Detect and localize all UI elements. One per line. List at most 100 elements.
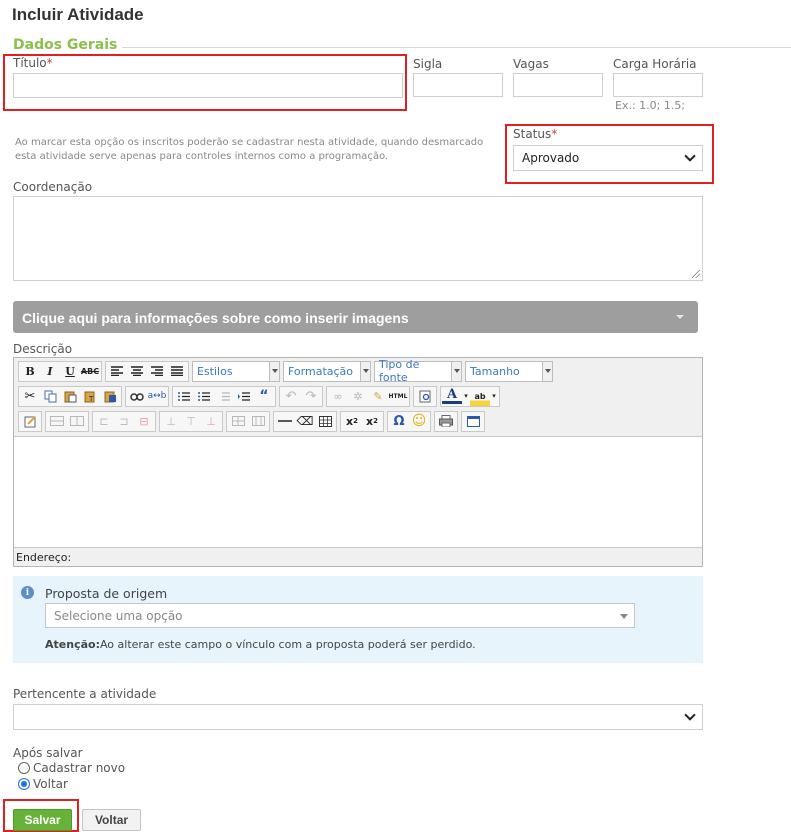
- table-props-group: [226, 410, 270, 432]
- unlink-icon[interactable]: ✲: [348, 387, 368, 406]
- link-icon[interactable]: ∞: [328, 387, 348, 406]
- align-center-icon[interactable]: [127, 362, 147, 381]
- toolbar-row-1: B I U ABC Estilos Formatação Tipo de fon…: [18, 358, 556, 384]
- delete-cells-icon[interactable]: ⊥: [201, 412, 221, 431]
- required-marker: *: [46, 56, 53, 70]
- strikethrough-icon[interactable]: ABC: [80, 362, 100, 381]
- horizontal-rule-icon[interactable]: [275, 412, 295, 431]
- merge-cells-icon[interactable]: ⊤: [181, 412, 201, 431]
- save-button[interactable]: Salvar: [13, 809, 72, 831]
- page-title: Incluir Atividade: [12, 5, 144, 24]
- insert-table-icon[interactable]: [315, 412, 335, 431]
- bulleted-list-icon[interactable]: [194, 387, 214, 406]
- images-info-banner[interactable]: Clique aqui para informações sobre como …: [13, 301, 698, 333]
- copy-icon[interactable]: [40, 387, 60, 406]
- find-group: a↔b: [125, 385, 169, 407]
- editor-content-area[interactable]: [14, 437, 702, 547]
- print-group: [434, 410, 458, 432]
- sigla-label: Sigla: [413, 57, 443, 71]
- radio-cadastrar-novo[interactable]: [18, 762, 30, 774]
- coordenacao-textarea[interactable]: [13, 196, 703, 281]
- italic-icon[interactable]: I: [40, 362, 60, 381]
- carga-horaria-input[interactable]: [613, 73, 703, 97]
- indent-icon[interactable]: [234, 387, 254, 406]
- outdent-icon[interactable]: [214, 387, 234, 406]
- link-group: ∞ ✲ ✎ HTML: [326, 385, 410, 407]
- tamanho-combo[interactable]: Tamanho: [465, 360, 553, 382]
- remove-format-icon[interactable]: ✎: [368, 387, 388, 406]
- paste-word-icon[interactable]: [100, 387, 120, 406]
- option-cadastrar-novo[interactable]: Cadastrar novo: [18, 761, 125, 775]
- pertencente-select[interactable]: [13, 704, 703, 730]
- blockquote-icon[interactable]: “: [254, 387, 274, 406]
- cell-props-icon[interactable]: [248, 412, 268, 431]
- delete-row-icon[interactable]: [67, 412, 87, 431]
- color-group: A ▾ ab ▾: [440, 385, 500, 407]
- rich-text-editor: B I U ABC Estilos Formatação Tipo de fon…: [13, 357, 703, 567]
- tipo-fonte-combo[interactable]: Tipo de fonte: [374, 358, 462, 384]
- chevron-down-icon: [684, 150, 696, 162]
- descricao-label: Descrição: [13, 342, 73, 356]
- vagas-input[interactable]: [513, 73, 603, 97]
- underline-icon[interactable]: U: [60, 362, 80, 381]
- superscript-icon[interactable]: x2: [362, 412, 382, 431]
- sigla-input[interactable]: [413, 73, 503, 97]
- option-voltar[interactable]: Voltar: [18, 777, 68, 791]
- editor-status-bar: Endereço:: [14, 547, 702, 566]
- text-color-dropdown-icon[interactable]: ▾: [462, 387, 470, 406]
- status-select[interactable]: Aprovado: [513, 145, 703, 171]
- special-char-icon[interactable]: Ω: [389, 412, 409, 431]
- undo-icon[interactable]: ↶: [281, 387, 301, 406]
- insert-column-after-icon[interactable]: ⊐: [114, 412, 134, 431]
- table-cell-group: ⊥ ⊤ ⊥: [159, 410, 223, 432]
- titulo-input[interactable]: [13, 73, 403, 98]
- paste-text-icon[interactable]: T: [80, 387, 100, 406]
- cut-icon[interactable]: ✂: [20, 387, 40, 406]
- tamanho-label: Tamanho: [470, 364, 520, 378]
- replace-icon[interactable]: a↔b: [147, 387, 167, 406]
- radio-voltar[interactable]: [18, 778, 30, 790]
- insert-column-before-icon[interactable]: ⊏: [94, 412, 114, 431]
- highlight-color-icon[interactable]: ab: [470, 386, 490, 406]
- clipboard-group: ✂ T: [18, 385, 122, 407]
- align-justify-icon[interactable]: [167, 362, 187, 381]
- smiley-icon[interactable]: ☺: [409, 412, 429, 431]
- print-icon[interactable]: [436, 412, 456, 431]
- warning-text: Ao alterar este campo o vínculo com a pr…: [99, 638, 476, 651]
- eraser-icon[interactable]: ⌫: [295, 412, 315, 431]
- back-button[interactable]: Voltar: [82, 809, 141, 831]
- inscricao-note: Ao marcar esta opção os inscritos poderã…: [15, 137, 484, 162]
- toolbar-row-3: ⊏ ⊐ ⊟ ⊥ ⊤ ⊥ ⌫ x2 x2 Ω ☺: [18, 410, 488, 432]
- bold-icon[interactable]: B: [20, 362, 40, 381]
- maximize-icon[interactable]: [463, 412, 483, 431]
- align-right-icon[interactable]: [147, 362, 167, 381]
- find-icon[interactable]: [127, 387, 147, 406]
- proposta-label: Proposta de origem: [45, 586, 168, 601]
- insert-cell-icon[interactable]: ⊥: [161, 412, 181, 431]
- caret-down-icon: [620, 614, 628, 619]
- numbered-list-icon[interactable]: [174, 387, 194, 406]
- edit-form-icon[interactable]: [20, 412, 40, 431]
- estilos-combo[interactable]: Estilos: [192, 360, 280, 382]
- text-color-icon[interactable]: A: [442, 387, 462, 404]
- paste-icon[interactable]: [60, 387, 80, 406]
- delete-column-icon[interactable]: ⊟: [134, 412, 154, 431]
- html-source-icon[interactable]: HTML: [388, 387, 408, 406]
- resize-handle-icon[interactable]: [692, 270, 700, 278]
- table-props-icon[interactable]: [228, 412, 248, 431]
- proposta-placeholder: Selecione uma opção: [54, 609, 183, 623]
- subscript-icon[interactable]: x2: [342, 412, 362, 431]
- info-icon: i: [21, 586, 34, 599]
- carga-horaria-hint: Ex.: 1.0; 1.5;: [615, 99, 686, 112]
- editor-toolbar: B I U ABC Estilos Formatação Tipo de fon…: [14, 358, 702, 437]
- align-left-icon[interactable]: [107, 362, 127, 381]
- redo-icon[interactable]: ↷: [301, 387, 321, 406]
- proposta-select[interactable]: Selecione uma opção: [45, 603, 635, 628]
- preview-icon[interactable]: [415, 387, 435, 406]
- highlight-color-dropdown-icon[interactable]: ▾: [490, 387, 498, 406]
- formatacao-combo[interactable]: Formatação: [283, 360, 371, 382]
- preview-group: [413, 385, 437, 407]
- banner-text: Clique aqui para informações sobre como …: [22, 310, 409, 326]
- insert-row-icon[interactable]: [47, 412, 67, 431]
- dropdown-arrow-icon: [542, 361, 552, 381]
